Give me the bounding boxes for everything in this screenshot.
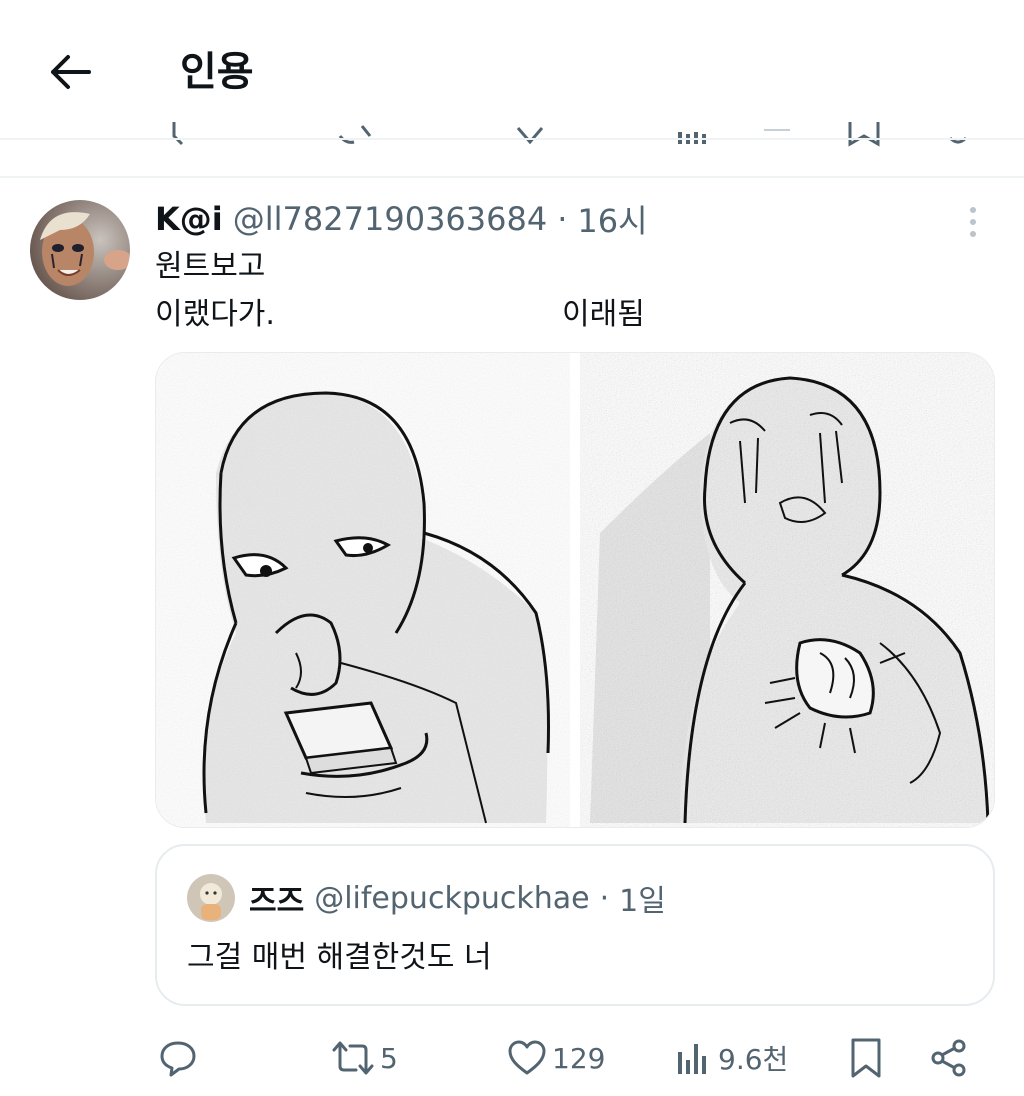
separator-dot: · xyxy=(557,200,568,238)
quote-separator-dot: · xyxy=(599,880,610,916)
user-handle[interactable]: @ll7827190363684 xyxy=(233,200,547,238)
quote-avatar[interactable] xyxy=(187,874,235,922)
avatar-image xyxy=(30,200,130,300)
divider-icon xyxy=(764,129,790,131)
quote-avatar-image xyxy=(187,874,235,922)
quote-display-name[interactable]: 즈즈 xyxy=(249,876,304,920)
retweet-button[interactable]: 5 xyxy=(330,1030,398,1086)
avatar[interactable] xyxy=(30,200,130,300)
heart-icon[interactable] xyxy=(512,122,548,148)
share-icon xyxy=(931,1039,966,1077)
quoted-tweet[interactable]: 즈즈 @lifepuckpuckhae · 1일 그걸 매번 해결한것도 너 xyxy=(155,844,995,1006)
back-arrow-icon xyxy=(51,55,91,89)
views-count: 9.6천 xyxy=(718,1043,789,1076)
reply-button[interactable] xyxy=(158,1030,198,1086)
reply-icon xyxy=(160,1041,196,1077)
share-button[interactable] xyxy=(928,1030,970,1086)
more-options-button[interactable] xyxy=(958,200,988,244)
like-count: 129 xyxy=(552,1041,606,1075)
bookmark-icon[interactable] xyxy=(846,122,882,148)
bookmark-icon xyxy=(851,1038,881,1078)
top-bar: 인용 xyxy=(0,0,1024,138)
views-button[interactable]: 9.6천 xyxy=(674,1030,788,1086)
tweet-header: K@i @ll7827190363684 · 16시 xyxy=(155,196,648,242)
bookmark-button[interactable] xyxy=(846,1030,886,1086)
media-image-right[interactable] xyxy=(580,353,994,827)
quote-text: 그걸 매번 해결한것도 너 xyxy=(187,940,492,975)
like-button[interactable]: 129 xyxy=(506,1030,605,1086)
sketch-person-looking-at-phone-image xyxy=(156,353,570,827)
share-icon[interactable] xyxy=(944,122,974,148)
reply-icon[interactable] xyxy=(168,122,198,148)
more-dot-icon xyxy=(970,219,976,225)
display-name[interactable]: K@i xyxy=(155,200,223,238)
retweet-count: 5 xyxy=(380,1041,398,1075)
section-divider xyxy=(0,176,1024,178)
page-title: 인용 xyxy=(180,49,254,95)
quote-handle[interactable]: @lifepuckpuckhae xyxy=(314,881,589,916)
tweet-text-line-2-right: 이래됨 xyxy=(562,297,645,332)
more-dot-icon xyxy=(970,207,976,213)
quote-timestamp[interactable]: 1일 xyxy=(619,876,666,920)
media-grid xyxy=(155,352,995,828)
sketch-person-crying-image xyxy=(580,353,994,827)
quote-header: 즈즈 @lifepuckpuckhae · 1일 xyxy=(249,874,666,922)
retweet-icon[interactable] xyxy=(336,122,376,148)
tweet-action-bar: 5 129 9.6천 xyxy=(0,1030,1024,1086)
tweet-text-line-2-left: 이랬다가. xyxy=(155,297,275,332)
timestamp[interactable]: 16시 xyxy=(577,196,647,242)
views-icon[interactable] xyxy=(676,122,710,148)
heart-icon xyxy=(508,1040,546,1075)
media-image-left[interactable] xyxy=(156,353,570,827)
back-button[interactable] xyxy=(40,44,100,100)
tweet-text-line-1: 원트보고 xyxy=(155,249,266,284)
more-dot-icon xyxy=(970,231,976,237)
previous-tweet-actions xyxy=(0,122,1024,148)
views-icon xyxy=(678,1044,706,1074)
header-divider xyxy=(0,138,1024,140)
retweet-icon xyxy=(332,1041,374,1075)
quote-tweets-page: 인용 K@i @ll7827190363684 · 16시 원트보고 이랬다가.… xyxy=(0,0,1024,1096)
